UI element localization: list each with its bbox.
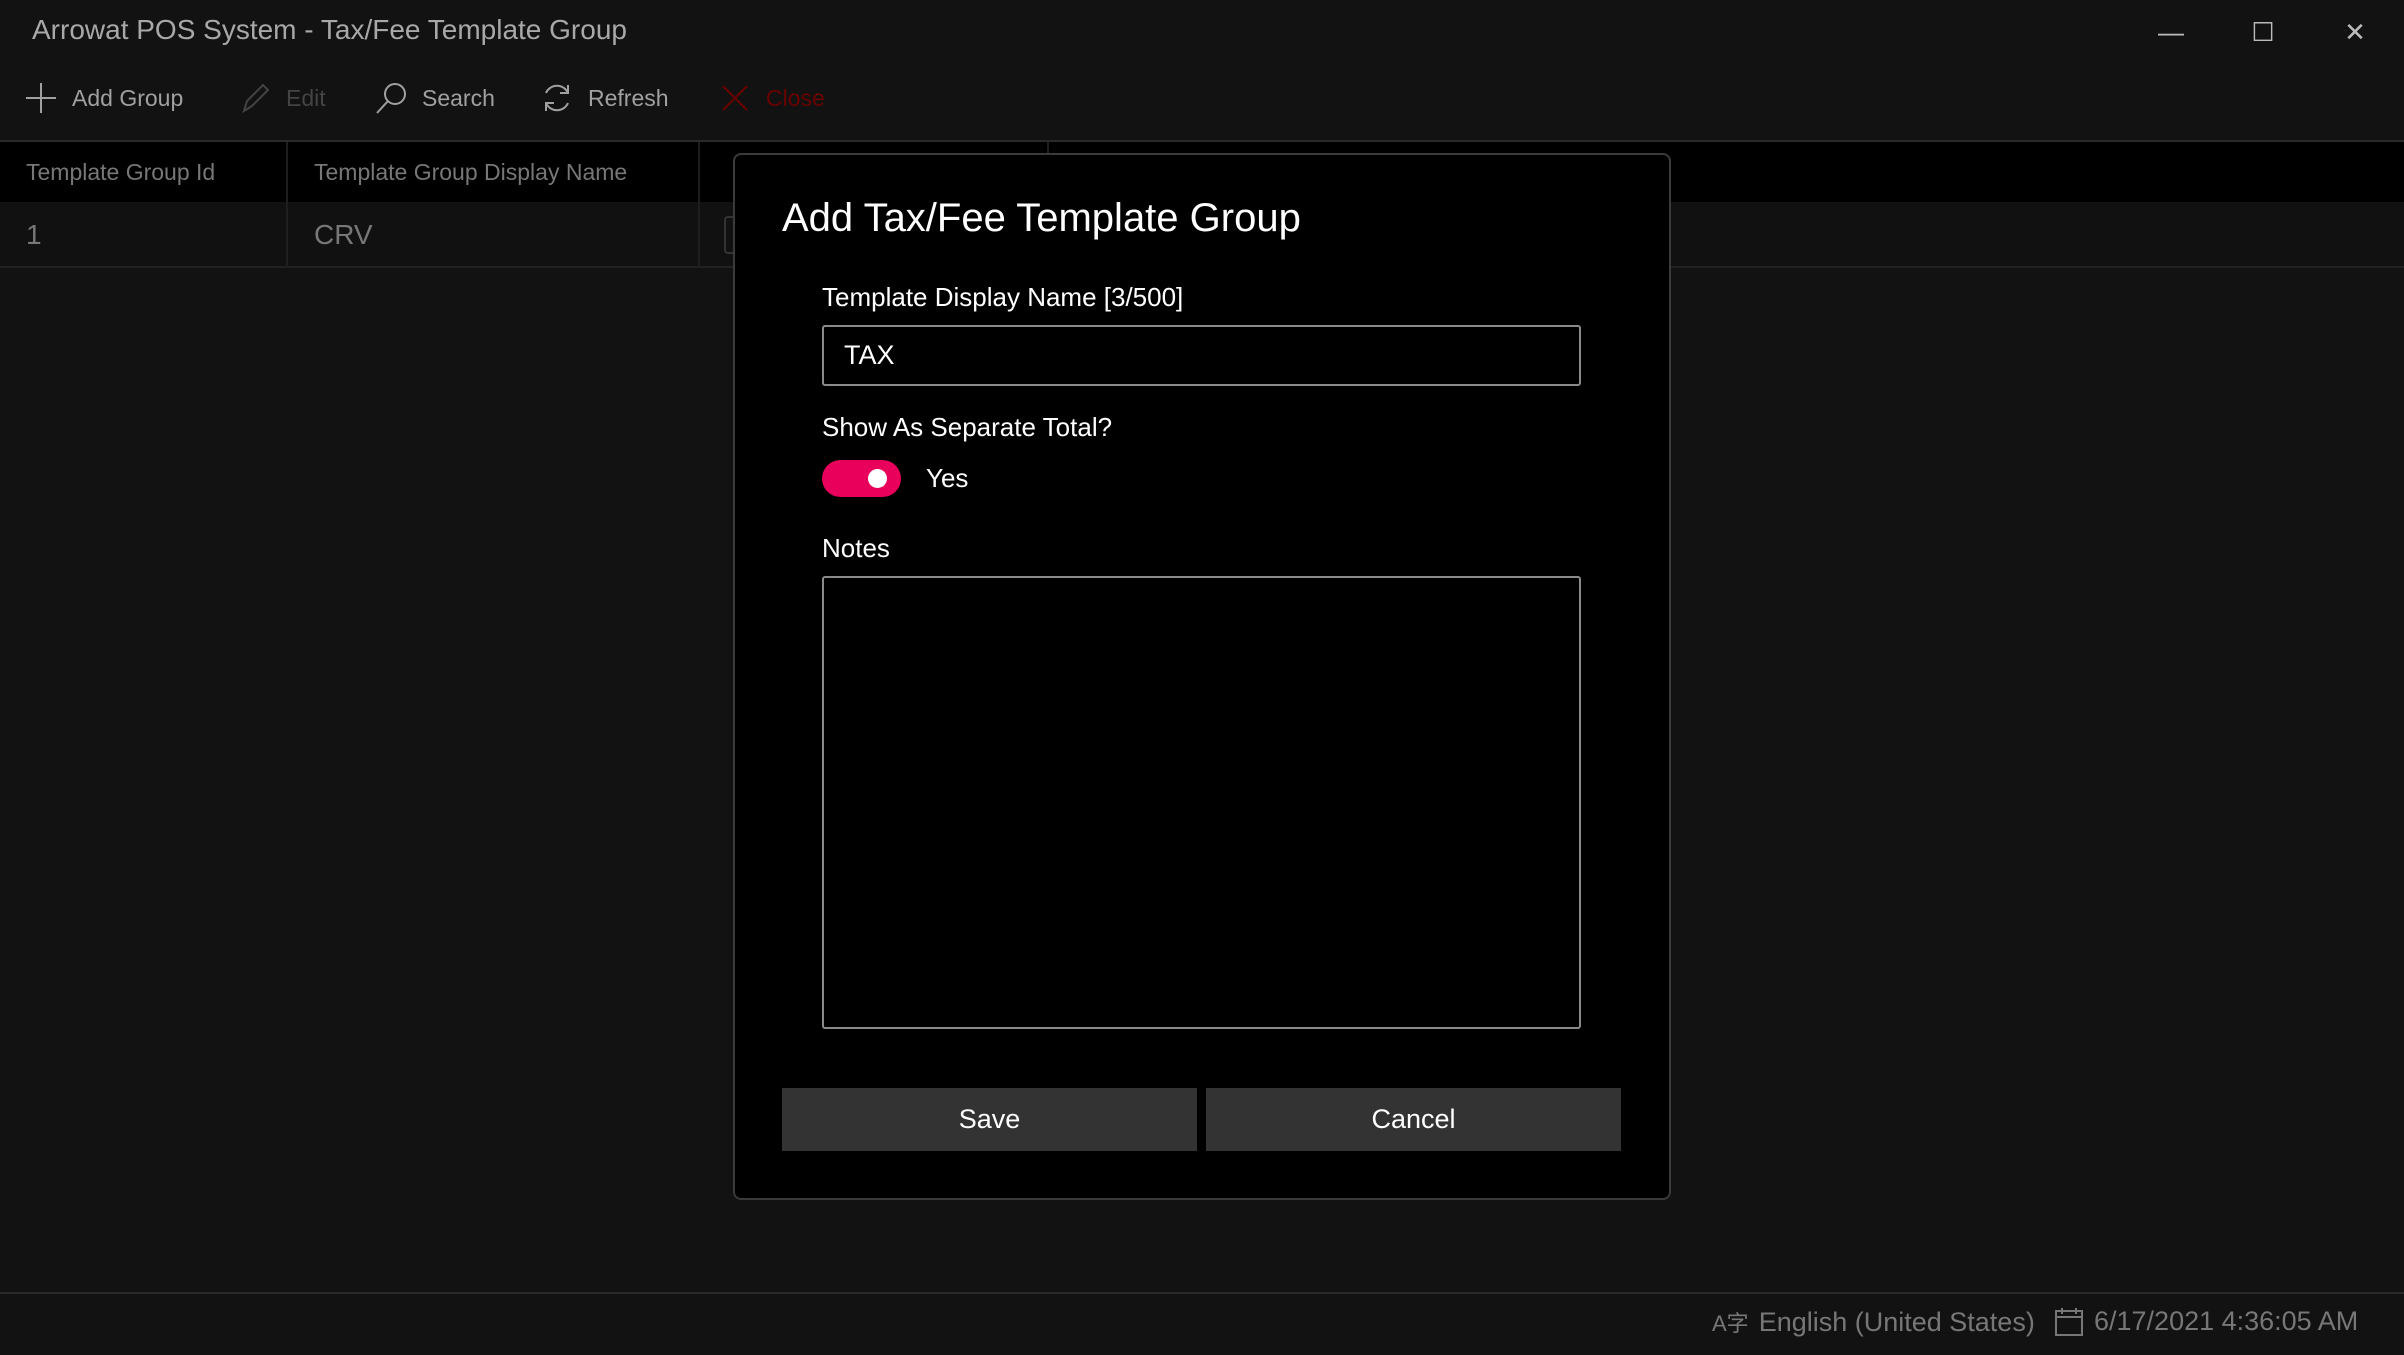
add-group-label: Add Group (72, 84, 184, 111)
separate-total-label: Show As Separate Total? (822, 412, 1113, 442)
plus-icon (26, 83, 56, 113)
close-icon (722, 85, 748, 111)
refresh-button[interactable]: Refresh (540, 78, 669, 118)
display-name-input[interactable]: TAX (822, 325, 1581, 386)
window-close-button[interactable]: ✕ (2335, 14, 2375, 50)
save-button[interactable]: Save (782, 1088, 1197, 1151)
edit-label: Edit (286, 84, 326, 111)
separate-total-toggle[interactable] (822, 460, 901, 497)
cancel-button[interactable]: Cancel (1206, 1088, 1621, 1151)
minimize-button[interactable]: — (2151, 14, 2191, 50)
refresh-label: Refresh (588, 84, 669, 111)
pencil-icon (242, 83, 270, 114)
status-divider (0, 1292, 2404, 1294)
notes-label: Notes (822, 533, 890, 563)
search-label: Search (422, 84, 495, 111)
refresh-icon (545, 84, 569, 112)
column-header-id[interactable]: Template Group Id (0, 142, 288, 202)
window-title: Arrowat POS System - Tax/Fee Template Gr… (32, 14, 627, 45)
datetime-label: 6/17/2021 4:36:05 AM (2094, 1306, 2359, 1336)
column-header-name[interactable]: Template Group Display Name (288, 142, 700, 202)
maximize-button[interactable]: ☐ (2243, 14, 2283, 50)
name-label: Template Display Name [3/500] (822, 282, 1184, 312)
edit-button[interactable]: Edit (238, 78, 326, 118)
toggle-knob (868, 469, 887, 488)
cell-id: 1 (0, 202, 288, 268)
add-group-button[interactable]: Add Group (24, 78, 183, 118)
search-icon (376, 83, 406, 114)
language-label: English (United States) (1758, 1306, 2035, 1337)
close-button[interactable]: Close (718, 78, 825, 118)
close-label: Close (766, 84, 825, 111)
toggle-state-label: Yes (926, 463, 969, 493)
search-button[interactable]: Search (374, 78, 495, 118)
notes-textarea[interactable] (822, 576, 1581, 1029)
language-indicator: A字 English (United States) (1712, 1306, 2035, 1338)
calendar-icon (2055, 1307, 2083, 1336)
dialog-title: Add Tax/Fee Template Group (782, 196, 1301, 240)
language-icon: A字 (1712, 1311, 1749, 1336)
cell-name: CRV (288, 202, 700, 268)
datetime-indicator: 6/17/2021 4:36:05 AM (2054, 1306, 2358, 1337)
